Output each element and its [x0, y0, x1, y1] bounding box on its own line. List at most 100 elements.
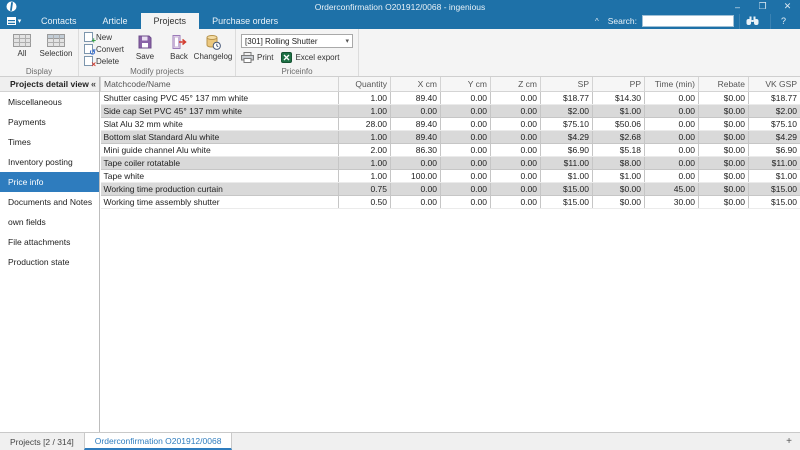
table-cell[interactable]: 0.00 [391, 183, 441, 196]
minimize-button[interactable]: – [725, 0, 750, 13]
tab-projects[interactable]: Projects [141, 13, 200, 29]
column-header-time-min[interactable]: Time (min) [645, 77, 699, 92]
table-row[interactable]: Working time assembly shutter0.500.000.0… [101, 196, 800, 209]
column-header-vk-gsp[interactable]: VK GSP [749, 77, 800, 92]
table-cell[interactable]: $0.00 [593, 196, 645, 209]
table-cell[interactable]: 0.00 [491, 183, 541, 196]
table-cell[interactable]: 0.00 [491, 196, 541, 209]
table-cell[interactable]: $14.30 [593, 92, 645, 105]
column-header-rebate[interactable]: Rebate [699, 77, 749, 92]
tab-purchase-orders[interactable]: Purchase orders [199, 13, 291, 29]
table-cell[interactable]: 0.00 [645, 92, 699, 105]
help-button[interactable]: ? [770, 14, 796, 29]
table-cell[interactable]: $5.18 [593, 144, 645, 157]
table-cell[interactable]: 45.00 [645, 183, 699, 196]
table-cell[interactable]: 0.00 [491, 131, 541, 144]
table-row[interactable]: Tape coiler rotatable1.000.000.000.00$11… [101, 157, 800, 170]
priceinfo-dropdown[interactable]: [301] Rolling Shutter ▾ [241, 34, 353, 48]
table-row[interactable]: Bottom slat Standard Alu white1.0089.400… [101, 131, 800, 144]
table-cell[interactable]: Tape white [101, 170, 339, 183]
add-tab-button[interactable]: + [778, 433, 800, 450]
column-header-matchcode-name[interactable]: Matchcode/Name [101, 77, 339, 92]
table-cell[interactable]: 0.00 [645, 105, 699, 118]
tab-article[interactable]: Article [90, 13, 141, 29]
table-cell[interactable]: $0.00 [699, 92, 749, 105]
table-cell[interactable]: 0.75 [339, 183, 391, 196]
sidebar-item-miscellaneous[interactable]: Miscellaneous [0, 92, 99, 112]
table-cell[interactable]: 0.00 [491, 170, 541, 183]
table-cell[interactable]: 0.00 [645, 131, 699, 144]
all-button[interactable]: All [5, 32, 39, 58]
table-cell[interactable]: $0.00 [699, 196, 749, 209]
table-row[interactable]: Tape white1.00100.000.000.00$1.00$1.000.… [101, 170, 800, 183]
status-tab-projects-2-314[interactable]: Projects [2 / 314] [0, 433, 84, 450]
table-cell[interactable]: $50.06 [593, 118, 645, 131]
column-header-quantity[interactable]: Quantity [339, 77, 391, 92]
table-cell[interactable]: $0.00 [699, 170, 749, 183]
sidebar-item-documents-and-notes[interactable]: Documents and Notes [0, 192, 99, 212]
table-cell[interactable]: 0.00 [441, 92, 491, 105]
search-input[interactable] [642, 15, 734, 27]
delete-button[interactable]: × Delete [84, 56, 124, 66]
table-cell[interactable]: $0.00 [699, 118, 749, 131]
table-cell[interactable]: 0.00 [491, 92, 541, 105]
table-row[interactable]: Shutter casing PVC 45° 137 mm white1.008… [101, 92, 800, 105]
table-cell[interactable]: 2.00 [339, 144, 391, 157]
table-cell[interactable]: 89.40 [391, 131, 441, 144]
table-cell[interactable]: 28.00 [339, 118, 391, 131]
sidebar-item-own-fields[interactable]: own fields [0, 212, 99, 232]
sidebar-item-inventory-posting[interactable]: Inventory posting [0, 152, 99, 172]
maximize-button[interactable]: ❐ [750, 0, 775, 13]
sidebar-item-file-attachments[interactable]: File attachments [0, 232, 99, 252]
file-menu-button[interactable]: ▾ [0, 13, 28, 29]
table-cell[interactable]: 0.00 [491, 157, 541, 170]
print-button[interactable]: Print [241, 52, 273, 63]
sidebar-item-times[interactable]: Times [0, 132, 99, 152]
table-cell[interactable]: 0.50 [339, 196, 391, 209]
table-cell[interactable]: $1.00 [749, 170, 800, 183]
table-cell[interactable]: 89.40 [391, 118, 441, 131]
table-row[interactable]: Slat Alu 32 mm white28.0089.400.000.00$7… [101, 118, 800, 131]
table-cell[interactable]: $18.77 [541, 92, 593, 105]
tab-contacts[interactable]: Contacts [28, 13, 90, 29]
table-cell[interactable]: 0.00 [441, 196, 491, 209]
table-cell[interactable]: Shutter casing PVC 45° 137 mm white [101, 92, 339, 105]
table-cell[interactable]: 0.00 [441, 105, 491, 118]
table-cell[interactable]: 86.30 [391, 144, 441, 157]
table-cell[interactable]: 89.40 [391, 92, 441, 105]
table-cell[interactable]: $2.00 [541, 105, 593, 118]
table-cell[interactable]: 1.00 [339, 157, 391, 170]
sidebar-item-production-state[interactable]: Production state [0, 252, 99, 272]
column-header-sp[interactable]: SP [541, 77, 593, 92]
table-cell[interactable]: $0.00 [699, 157, 749, 170]
table-cell[interactable]: Working time production curtain [101, 183, 339, 196]
table-cell[interactable]: $15.00 [541, 183, 593, 196]
table-cell[interactable]: 0.00 [491, 144, 541, 157]
table-cell[interactable]: $18.77 [749, 92, 800, 105]
table-cell[interactable]: 1.00 [339, 131, 391, 144]
new-button[interactable]: + New [84, 32, 124, 42]
search-binoculars-button[interactable] [739, 14, 765, 29]
table-cell[interactable]: $2.68 [593, 131, 645, 144]
table-cell[interactable]: $6.90 [541, 144, 593, 157]
table-cell[interactable]: $0.00 [699, 131, 749, 144]
table-cell[interactable]: $75.10 [749, 118, 800, 131]
table-cell[interactable]: 0.00 [441, 144, 491, 157]
sidebar-item-price-info[interactable]: Price info [0, 172, 99, 192]
table-cell[interactable]: $0.00 [699, 144, 749, 157]
table-cell[interactable]: 1.00 [339, 92, 391, 105]
table-cell[interactable]: 1.00 [339, 170, 391, 183]
table-cell[interactable]: 0.00 [441, 170, 491, 183]
table-cell[interactable]: $6.90 [749, 144, 800, 157]
table-cell[interactable]: $4.29 [749, 131, 800, 144]
collapse-sidebar-button[interactable]: « [91, 79, 96, 89]
table-cell[interactable]: 0.00 [441, 157, 491, 170]
selection-button[interactable]: Selection [39, 32, 73, 58]
status-tab-orderconfirmation-o201912-0068[interactable]: Orderconfirmation O201912/0068 [84, 433, 233, 450]
column-header-z-cm[interactable]: Z cm [491, 77, 541, 92]
table-cell[interactable]: 0.00 [441, 118, 491, 131]
changelog-button[interactable]: Changelog [196, 32, 230, 61]
table-cell[interactable]: 0.00 [491, 118, 541, 131]
convert-button[interactable]: ↺ Convert [84, 44, 124, 54]
table-cell[interactable]: $11.00 [749, 157, 800, 170]
